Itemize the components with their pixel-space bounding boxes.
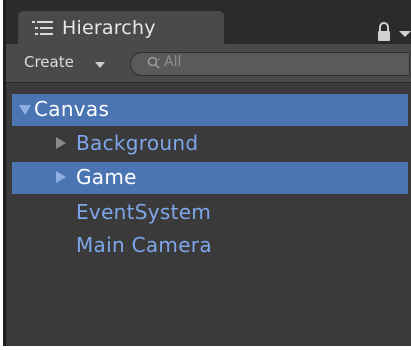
lock-icon[interactable] bbox=[376, 21, 392, 43]
tree-item-label: Main Camera bbox=[76, 233, 212, 257]
collapsed-triangle-icon[interactable] bbox=[54, 170, 68, 184]
tree-item-eventsystem[interactable]: EventSystem bbox=[12, 197, 408, 229]
expanded-triangle-icon[interactable] bbox=[18, 103, 32, 117]
tree-item-label: Canvas bbox=[34, 97, 110, 121]
tree-item-label: Game bbox=[76, 165, 137, 189]
tree-item-canvas[interactable]: Canvas bbox=[12, 94, 408, 126]
context-menu-icon[interactable] bbox=[398, 30, 411, 38]
create-dropdown-button[interactable]: Create bbox=[24, 53, 74, 71]
tab-title: Hierarchy bbox=[62, 17, 156, 39]
tree-item-game[interactable]: Game bbox=[12, 162, 408, 194]
collapsed-triangle-icon[interactable] bbox=[54, 136, 68, 150]
tree-item-label: Background bbox=[76, 131, 199, 155]
tree-item-background[interactable]: Background bbox=[12, 128, 408, 160]
search-placeholder: All bbox=[164, 54, 182, 70]
tree-item-main-camera[interactable]: Main Camera bbox=[12, 230, 408, 262]
dropdown-arrow-icon[interactable] bbox=[95, 62, 105, 68]
tree-item-label: EventSystem bbox=[76, 200, 212, 224]
search-icon[interactable] bbox=[147, 56, 161, 70]
hierarchy-list-icon bbox=[32, 21, 53, 35]
